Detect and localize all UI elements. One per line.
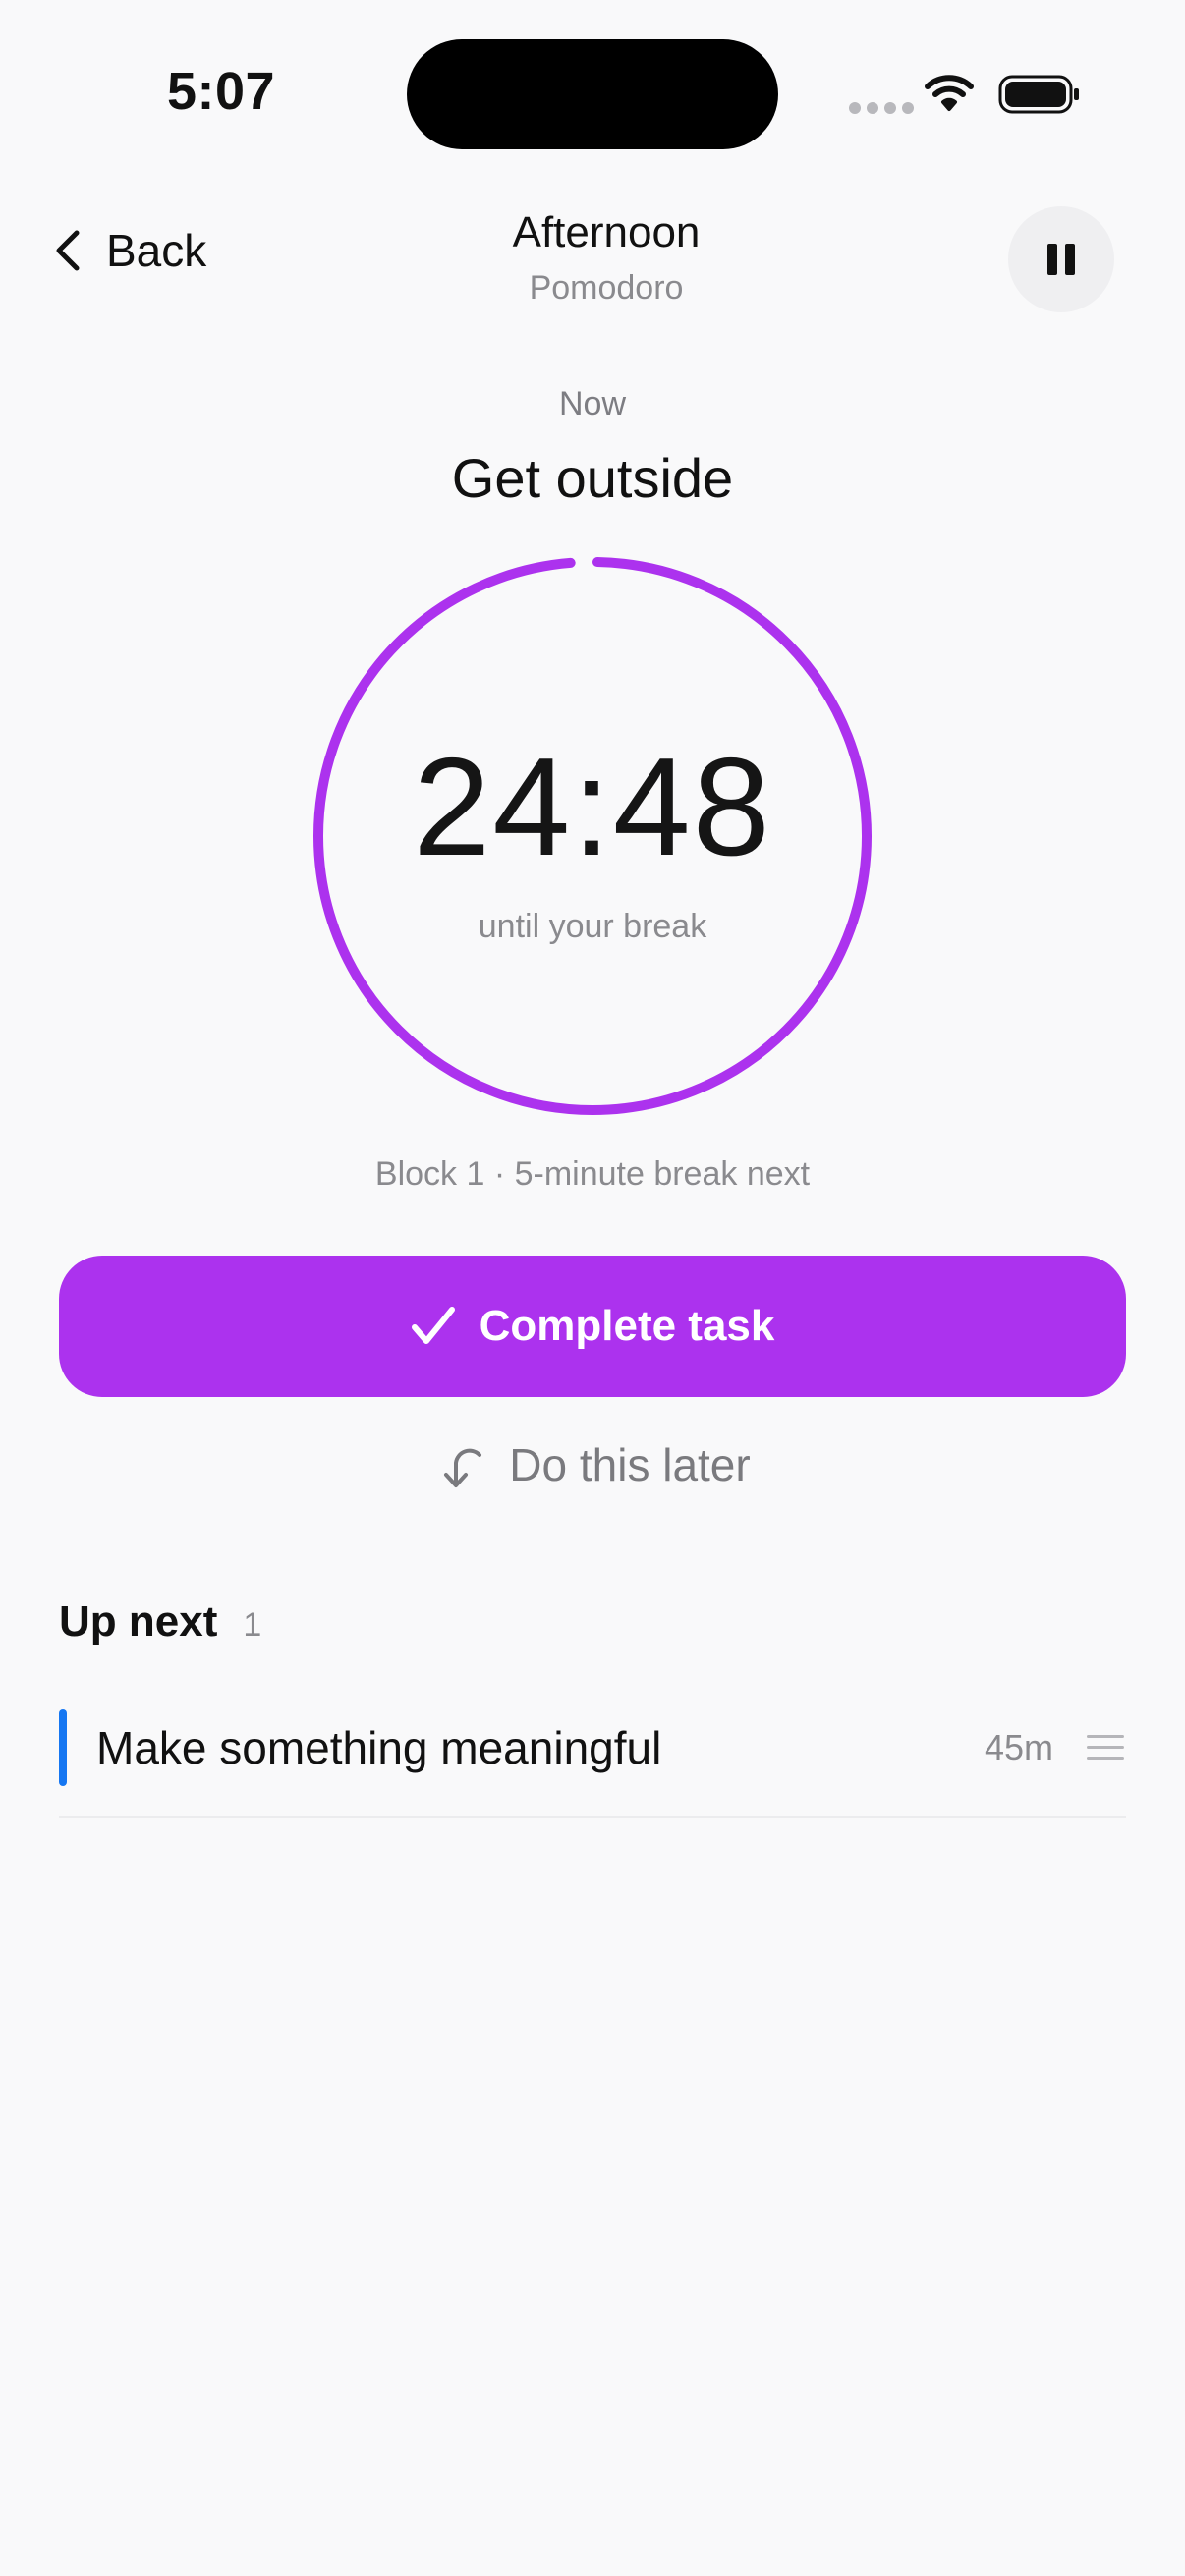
up-next-heading: Up next 1 [59,1597,261,1647]
dynamic-island [407,39,778,149]
page-title: Afternoon [512,208,701,256]
do-later-label: Do this later [509,1439,751,1490]
defer-arrow-icon [444,1448,482,1487]
block-info: Block 1 · 5-minute break next [374,1155,811,1193]
list-item-title: Make something meaningful [96,1722,662,1773]
do-later-button[interactable]: Do this later [0,1438,1185,1491]
wifi-icon [924,73,975,117]
checkmark-icon [411,1307,455,1344]
status-time: 5:07 [167,62,276,121]
pause-icon [1047,244,1075,275]
battery-icon [998,73,1081,121]
timer-countdown: 24:48 [413,729,772,885]
now-label: Now [558,385,627,422]
list-item[interactable]: Make something meaningful 45m [59,1708,1126,1818]
complete-task-button[interactable]: Complete task [59,1256,1126,1397]
task-color-marker [59,1709,67,1786]
timer-caption: until your break [478,908,707,945]
up-next-count: 1 [243,1606,262,1644]
current-task-title: Get outside [451,447,734,509]
page-subtitle: Pomodoro [529,269,684,307]
list-item-duration: 45m [984,1727,1053,1767]
complete-task-label: Complete task [479,1302,775,1350]
cellular-icon [849,102,914,114]
drag-handle-icon[interactable] [1087,1735,1124,1760]
up-next-title: Up next [59,1597,218,1646]
pause-button[interactable] [1008,206,1114,312]
